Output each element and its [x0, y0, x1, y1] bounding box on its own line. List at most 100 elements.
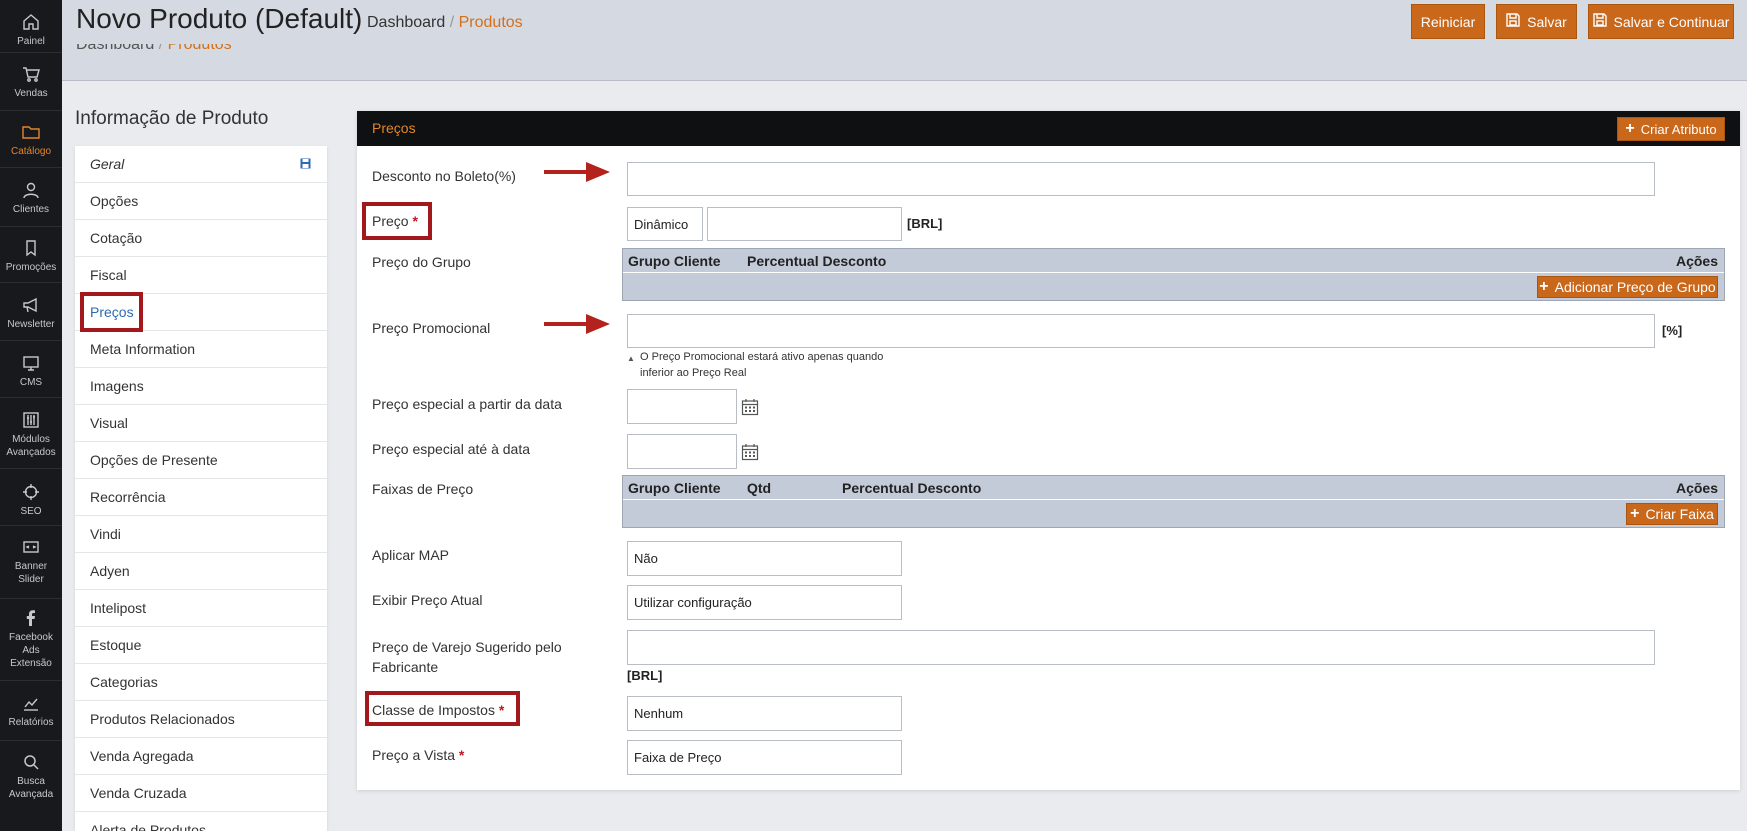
calendar-icon[interactable]	[741, 443, 759, 461]
banner-icon	[21, 537, 41, 557]
nav-item-label: Cotação	[90, 230, 143, 246]
special-to-input[interactable]	[627, 434, 737, 469]
search-icon	[21, 752, 41, 772]
nav-item-geral[interactable]: Geral	[75, 146, 327, 183]
rail-item-newsletter[interactable]: Newsletter	[0, 295, 62, 331]
prices-panel: Preços + Criar Atributo Desconto no Bole…	[357, 111, 1740, 790]
nav-item-categorias[interactable]: Categorias	[75, 664, 327, 701]
promo-note: O Preço Promocional estará ativo apenas …	[640, 349, 883, 381]
rail-item-cms[interactable]: CMS	[0, 353, 62, 389]
rail-item-vendas[interactable]: Vendas	[0, 64, 62, 100]
promo-price-label: Preço Promocional	[372, 320, 491, 336]
breadcrumb-shadow: Dashboard / Produtos	[76, 36, 232, 54]
rail-item-painel[interactable]: Painel	[0, 12, 62, 48]
rail-item-catalogo[interactable]: Catálogo	[0, 122, 62, 158]
create-attribute-button[interactable]: + Criar Atributo	[1617, 117, 1725, 141]
breadcrumb-shadow-home: Dashboard	[76, 36, 155, 53]
rail-item-promocoes[interactable]: Promoções	[0, 238, 62, 274]
divider	[0, 397, 62, 398]
product-info-nav: Geral Opções Cotação Fiscal Preços Meta …	[75, 146, 327, 831]
add-group-price-button[interactable]: + Adicionar Preço de Grupo	[1537, 276, 1718, 298]
nav-item-label: Imagens	[90, 378, 144, 394]
rail-label: Facebook Ads Extensão	[9, 632, 53, 669]
nav-item-label: Produtos Relacionados	[90, 711, 235, 727]
monitor-icon	[21, 353, 41, 373]
nav-item-opcoes-de-presente[interactable]: Opções de Presente	[75, 442, 327, 479]
create-tier-button[interactable]: + Criar Faixa	[1626, 503, 1718, 525]
promo-price-input[interactable]	[627, 314, 1655, 348]
arrow-annotation-icon	[544, 314, 610, 334]
nav-item-label: Categorias	[90, 674, 158, 690]
special-from-input[interactable]	[627, 389, 737, 424]
breadcrumb-current[interactable]: Produtos	[459, 14, 523, 31]
rail-item-busca-avancada[interactable]: Busca Avançada	[0, 752, 62, 801]
save-continue-button[interactable]: Salvar e Continuar	[1588, 4, 1734, 39]
divider	[0, 468, 62, 469]
reset-button-label: Reiniciar	[1420, 13, 1476, 30]
nav-item-meta-information[interactable]: Meta Information	[75, 331, 327, 368]
nav-item-venda-cruzada[interactable]: Venda Cruzada	[75, 775, 327, 812]
tier-col-customer: Grupo Cliente	[628, 480, 721, 496]
promo-percent-unit: [%]	[1662, 323, 1683, 338]
nav-item-label: Preços	[90, 304, 134, 320]
apply-map-select[interactable]	[627, 541, 902, 576]
panel-header: Preços + Criar Atributo	[357, 111, 1740, 146]
add-group-price-label: Adicionar Preço de Grupo	[1554, 279, 1716, 295]
nav-item-intelipost[interactable]: Intelipost	[75, 590, 327, 627]
plus-icon: +	[1539, 278, 1549, 295]
arrow-annotation-icon	[544, 162, 610, 182]
nav-item-alerta-de-produtos[interactable]: Alerta de Produtos	[75, 812, 327, 831]
rail-label: Catálogo	[10, 146, 52, 157]
nav-item-vindi[interactable]: Vindi	[75, 516, 327, 553]
divider	[0, 226, 62, 227]
nav-item-cotacao[interactable]: Cotação	[75, 220, 327, 257]
nav-item-label: Fiscal	[90, 267, 127, 283]
tier-col-discount: Percentual Desconto	[842, 480, 982, 496]
divider	[623, 272, 1724, 273]
nav-item-produtos-relacionados[interactable]: Produtos Relacionados	[75, 701, 327, 738]
price-input[interactable]	[707, 207, 902, 241]
rail-item-banner-slider[interactable]: Banner Slider	[0, 537, 62, 586]
breadcrumb-separator: /	[445, 14, 459, 31]
show-price-select[interactable]	[627, 585, 902, 620]
rail-item-facebook-ads[interactable]: Facebook Ads Extensão	[0, 608, 62, 670]
breadcrumb-home[interactable]: Dashboard	[367, 14, 445, 31]
cash-price-select[interactable]	[627, 740, 902, 775]
sliders-icon	[21, 410, 41, 430]
nav-item-estoque[interactable]: Estoque	[75, 627, 327, 664]
panel-title: Preços	[372, 120, 416, 136]
rail-label: Clientes	[12, 204, 50, 215]
nav-item-fiscal[interactable]: Fiscal	[75, 257, 327, 294]
rail-item-clientes[interactable]: Clientes	[0, 180, 62, 216]
tax-class-select[interactable]	[627, 696, 902, 731]
tier-price-table: Grupo Cliente Qtd Percentual Desconto Aç…	[622, 475, 1725, 528]
promo-note-line-1: O Preço Promocional estará ativo apenas …	[640, 351, 884, 363]
nav-item-visual[interactable]: Visual	[75, 405, 327, 442]
rail-item-seo[interactable]: SEO	[0, 482, 62, 518]
price-type-select[interactable]	[627, 207, 703, 241]
calendar-icon[interactable]	[741, 398, 759, 416]
nav-item-label: Adyen	[90, 563, 130, 579]
breadcrumb-shadow-sep: /	[154, 36, 168, 53]
rail-label: Vendas	[14, 88, 48, 99]
nav-item-recorrencia[interactable]: Recorrência	[75, 479, 327, 516]
nav-item-imagens[interactable]: Imagens	[75, 368, 327, 405]
rail-item-relatorios[interactable]: Relatórios	[0, 693, 62, 729]
nav-item-label: Opções	[90, 193, 139, 209]
msrp-input[interactable]	[627, 630, 1655, 665]
nav-item-adyen[interactable]: Adyen	[75, 553, 327, 590]
group-col-actions: Ações	[1675, 253, 1718, 269]
boleto-discount-input[interactable]	[627, 162, 1655, 196]
create-attribute-label: Criar Atributo	[1640, 121, 1717, 137]
nav-item-precos[interactable]: Preços	[75, 294, 327, 331]
divider	[0, 52, 62, 53]
tier-col-qty: Qtd	[747, 480, 772, 496]
reset-button[interactable]: Reiniciar	[1411, 4, 1485, 39]
nav-item-label: Venda Agregada	[90, 748, 194, 764]
save-button[interactable]: Salvar	[1496, 4, 1577, 39]
required-asterisk: *	[498, 702, 505, 718]
nav-item-venda-agregada[interactable]: Venda Agregada	[75, 738, 327, 775]
nav-item-opcoes[interactable]: Opções	[75, 183, 327, 220]
rail-item-modulos-avancados[interactable]: Módulos Avançados	[0, 410, 62, 459]
folder-icon	[21, 122, 41, 142]
